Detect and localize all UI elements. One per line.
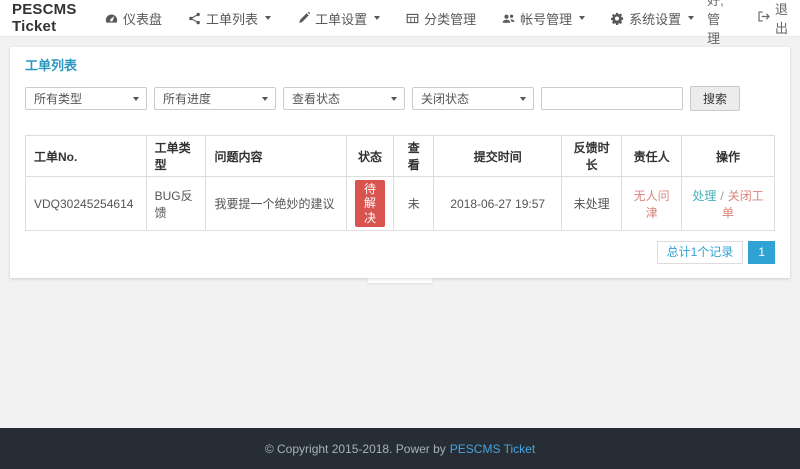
card-notch	[368, 277, 432, 283]
header-content: 问题内容	[205, 135, 347, 177]
action-separator: /	[720, 188, 724, 203]
filter-view-status-select[interactable]: 查看状态	[283, 87, 405, 110]
ticket-list-panel: 工单列表 所有类型 所有进度 查看状态 关闭状态 搜索 工单No. 工单类型 问…	[10, 47, 790, 278]
cell-ticket-no: VDQ30245254614	[25, 175, 147, 232]
cell-viewed: 未	[393, 175, 435, 232]
dashboard-icon	[105, 12, 118, 25]
cell-content: 我要提一个绝妙的建议	[205, 175, 347, 232]
copyright-text: © Copyright 2015-2018. Power by	[264, 441, 446, 456]
page-1-button[interactable]: 1	[748, 241, 775, 264]
filter-progress-wrap: 所有进度	[154, 87, 276, 110]
category-icon	[406, 12, 419, 25]
chevron-down-icon	[579, 16, 586, 20]
nav-item-system-settings[interactable]: 系统设置	[598, 0, 707, 36]
filter-type-wrap: 所有类型	[25, 87, 147, 110]
nav-item-label: 工单列表	[206, 11, 259, 27]
nav-item-ticket-list[interactable]: 工单列表	[175, 0, 284, 36]
nav-item-label: 分类管理	[424, 11, 477, 27]
chevron-down-icon	[374, 16, 381, 20]
logout-label: 退出	[774, 2, 788, 36]
nav-item-accounts[interactable]: 帐号管理	[489, 0, 598, 36]
filter-bar: 所有类型 所有进度 查看状态 关闭状态 搜索	[25, 86, 775, 111]
sign-out-icon	[757, 10, 770, 26]
cell-feedback: 未处理	[561, 175, 623, 232]
nav-item-category[interactable]: 分类管理	[393, 0, 489, 36]
close-ticket-link[interactable]: 关闭工单	[722, 189, 764, 220]
chevron-down-icon	[265, 16, 272, 20]
header-viewed: 查看	[393, 135, 435, 177]
brand-logo[interactable]: PESCMS Ticket	[12, 1, 78, 35]
nav-item-label: 工单设置	[315, 11, 368, 27]
table-header-row: 工单No. 工单类型 问题内容 状态 查看 提交时间 反馈时长 责任人 操作	[25, 135, 775, 177]
nav-item-label: 系统设置	[629, 11, 682, 27]
cell-owner: 无人问津	[621, 175, 683, 232]
header-submitted: 提交时间	[433, 135, 563, 177]
pescms-footer-link[interactable]: PESCMS Ticket	[450, 442, 535, 456]
main-nav: 仪表盘 工单列表 工单设置 分类管理 帐号管理 系统设置	[92, 0, 707, 36]
logout-button[interactable]: 退出	[757, 0, 788, 37]
top-navbar: PESCMS Ticket 仪表盘 工单列表 工单设置 分类管理 帐号管理 系统…	[0, 0, 800, 65]
gear-icon	[611, 12, 624, 25]
cell-status: 待解决	[345, 175, 395, 232]
header-ticket-no: 工单No.	[25, 135, 147, 177]
header-operations: 操作	[681, 135, 775, 177]
header-feedback: 反馈时长	[561, 135, 623, 177]
chevron-down-icon	[688, 16, 695, 20]
status-badge: 待解决	[354, 180, 386, 228]
header-ticket-type: 工单类型	[145, 135, 207, 177]
owner-value: 无人问津	[633, 188, 670, 220]
nav-item-dashboard[interactable]: 仪表盘	[92, 0, 175, 36]
nav-item-label: 帐号管理	[520, 11, 573, 27]
cell-submitted: 2018-06-27 19:57	[433, 175, 563, 232]
handle-ticket-link[interactable]: 处理	[692, 189, 716, 203]
table-row: VDQ30245254614 BUG反馈 我要提一个绝妙的建议 待解决 未 20…	[25, 175, 775, 232]
search-input[interactable]	[541, 87, 683, 110]
ticket-table: 工单No. 工单类型 问题内容 状态 查看 提交时间 反馈时长 责任人 操作 V…	[25, 135, 775, 232]
header-status: 状态	[345, 135, 395, 177]
nav-item-ticket-settings[interactable]: 工单设置	[284, 0, 393, 36]
page-title: 工单列表	[25, 58, 78, 73]
filter-progress-select[interactable]: 所有进度	[154, 87, 276, 110]
header-owner: 责任人	[621, 135, 683, 177]
list-icon	[188, 12, 201, 25]
cell-ticket-type: BUG反馈	[145, 175, 207, 232]
filter-close-status-select[interactable]: 关闭状态	[412, 87, 534, 110]
edit-icon	[297, 11, 311, 25]
filter-view-status-wrap: 查看状态	[283, 87, 405, 110]
pagination: 总计1个记录 1	[25, 241, 775, 264]
nav-item-label: 仪表盘	[123, 11, 163, 27]
page-footer: © Copyright 2015-2018. Power by PESCMS T…	[0, 428, 800, 469]
users-icon	[502, 12, 515, 25]
pagination-total: 总计1个记录	[656, 241, 744, 264]
search-button[interactable]: 搜索	[690, 86, 741, 111]
filter-type-select[interactable]: 所有类型	[25, 87, 147, 110]
filter-close-status-wrap: 关闭状态	[412, 87, 534, 110]
cell-operations: 处理 / 关闭工单	[681, 175, 775, 232]
